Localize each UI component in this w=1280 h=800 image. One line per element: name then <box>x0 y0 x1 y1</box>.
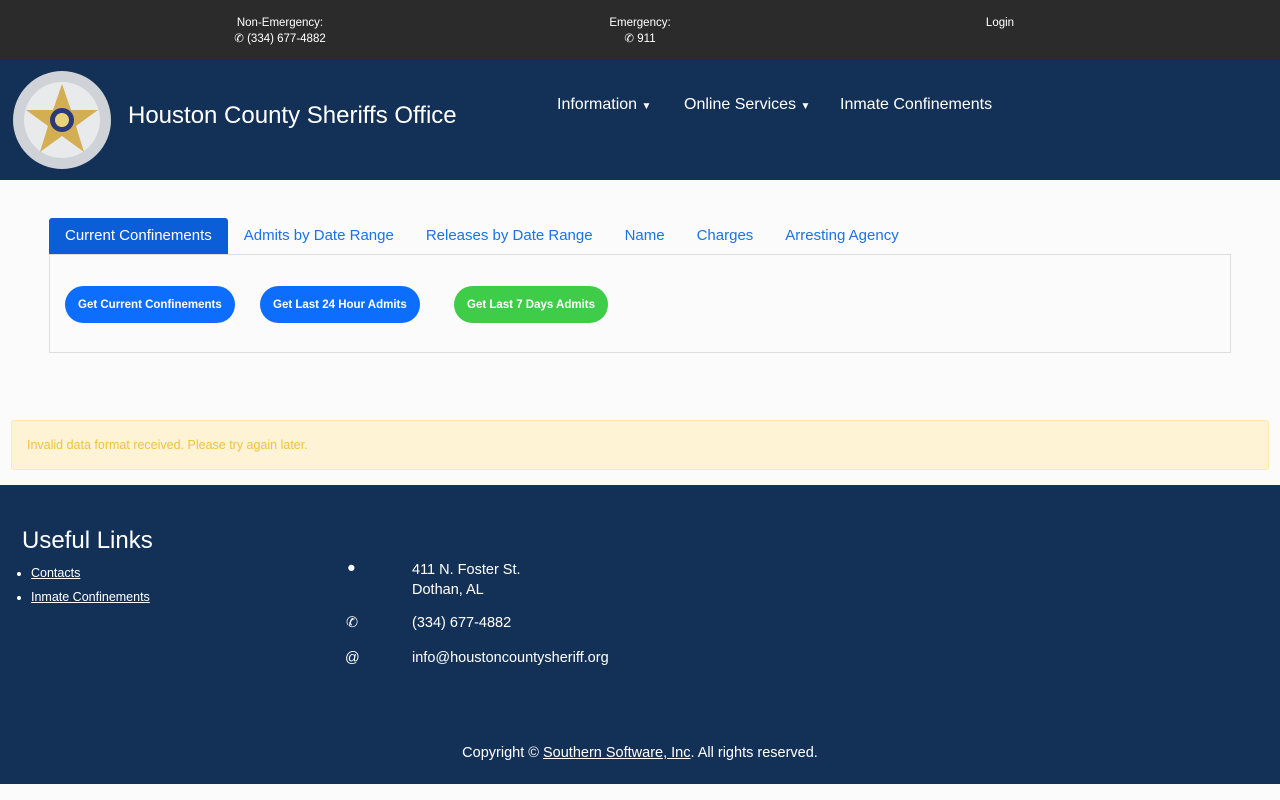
non-emergency-info: Non-Emergency: ✆ (334) 677-4882 <box>220 15 340 47</box>
login-link[interactable]: Login <box>970 15 1030 31</box>
non-emergency-label: Non-Emergency: <box>236 17 324 29</box>
phone-icon: ✆ <box>234 33 248 45</box>
non-emergency-phone[interactable]: (334) 677-4882 <box>247 33 326 45</box>
copyright: Copyright © Southern Software, Inc. All … <box>462 745 818 761</box>
emergency-info: Emergency: ✆ 911 <box>590 15 690 47</box>
tab-charges[interactable]: Charges <box>681 218 770 254</box>
southern-software-link[interactable]: Southern Software, Inc <box>543 745 691 761</box>
contacts-link[interactable]: Contacts <box>31 566 80 580</box>
caret-down-icon: ▼ <box>800 101 811 112</box>
address-line-1: 411 N. Foster St. <box>412 562 521 578</box>
footer-email[interactable]: info@houstoncountysheriff.org <box>412 650 609 666</box>
caret-down-icon: ▼ <box>641 101 652 112</box>
emergency-label: Emergency: <box>609 17 671 29</box>
address-line-2: Dothan, AL <box>412 582 484 598</box>
get-last-7-days-admits-button[interactable]: Get Last 7 Days Admits <box>454 286 609 323</box>
phone-icon: ✆ <box>346 615 359 631</box>
nav-online-services[interactable]: Online Services ▼ <box>684 96 810 114</box>
tab-current-confinements[interactable]: Current Confinements <box>49 218 228 254</box>
tab-releases-by-date-range[interactable]: Releases by Date Range <box>410 218 609 254</box>
map-marker-icon: ● <box>347 560 356 576</box>
search-tabs: Current Confinements Admits by Date Rang… <box>49 218 915 254</box>
useful-links-title: Useful Links <box>22 527 153 554</box>
tab-panel: Get Current Confinements Get Last 24 Hou… <box>49 254 1231 353</box>
footer: Useful Links Contacts Inmate Confinement… <box>0 485 1280 784</box>
tab-arresting-agency[interactable]: Arresting Agency <box>769 218 914 254</box>
get-current-confinements-button[interactable]: Get Current Confinements <box>65 286 235 323</box>
site-header: Houston County Sheriffs Office Informati… <box>0 60 1280 180</box>
get-last-24-hour-admits-button[interactable]: Get Last 24 Hour Admits <box>260 286 420 323</box>
site-title[interactable]: Houston County Sheriffs Office <box>128 102 457 130</box>
footer-phone[interactable]: (334) 677-4882 <box>412 615 511 631</box>
phone-icon: ✆ <box>624 33 638 45</box>
nav-inmate-confinements[interactable]: Inmate Confinements <box>840 96 992 114</box>
nav-information[interactable]: Information ▼ <box>557 96 651 114</box>
top-bar: Non-Emergency: ✆ (334) 677-4882 Emergenc… <box>0 0 1280 60</box>
email-icon: @ <box>345 650 360 666</box>
tab-name[interactable]: Name <box>609 218 681 254</box>
error-alert: Invalid data format received. Please try… <box>11 420 1269 470</box>
sheriff-badge-logo[interactable] <box>12 70 112 170</box>
tab-admits-by-date-range[interactable]: Admits by Date Range <box>228 218 410 254</box>
emergency-phone[interactable]: 911 <box>637 33 655 45</box>
inmate-confinements-link[interactable]: Inmate Confinements <box>31 590 150 604</box>
